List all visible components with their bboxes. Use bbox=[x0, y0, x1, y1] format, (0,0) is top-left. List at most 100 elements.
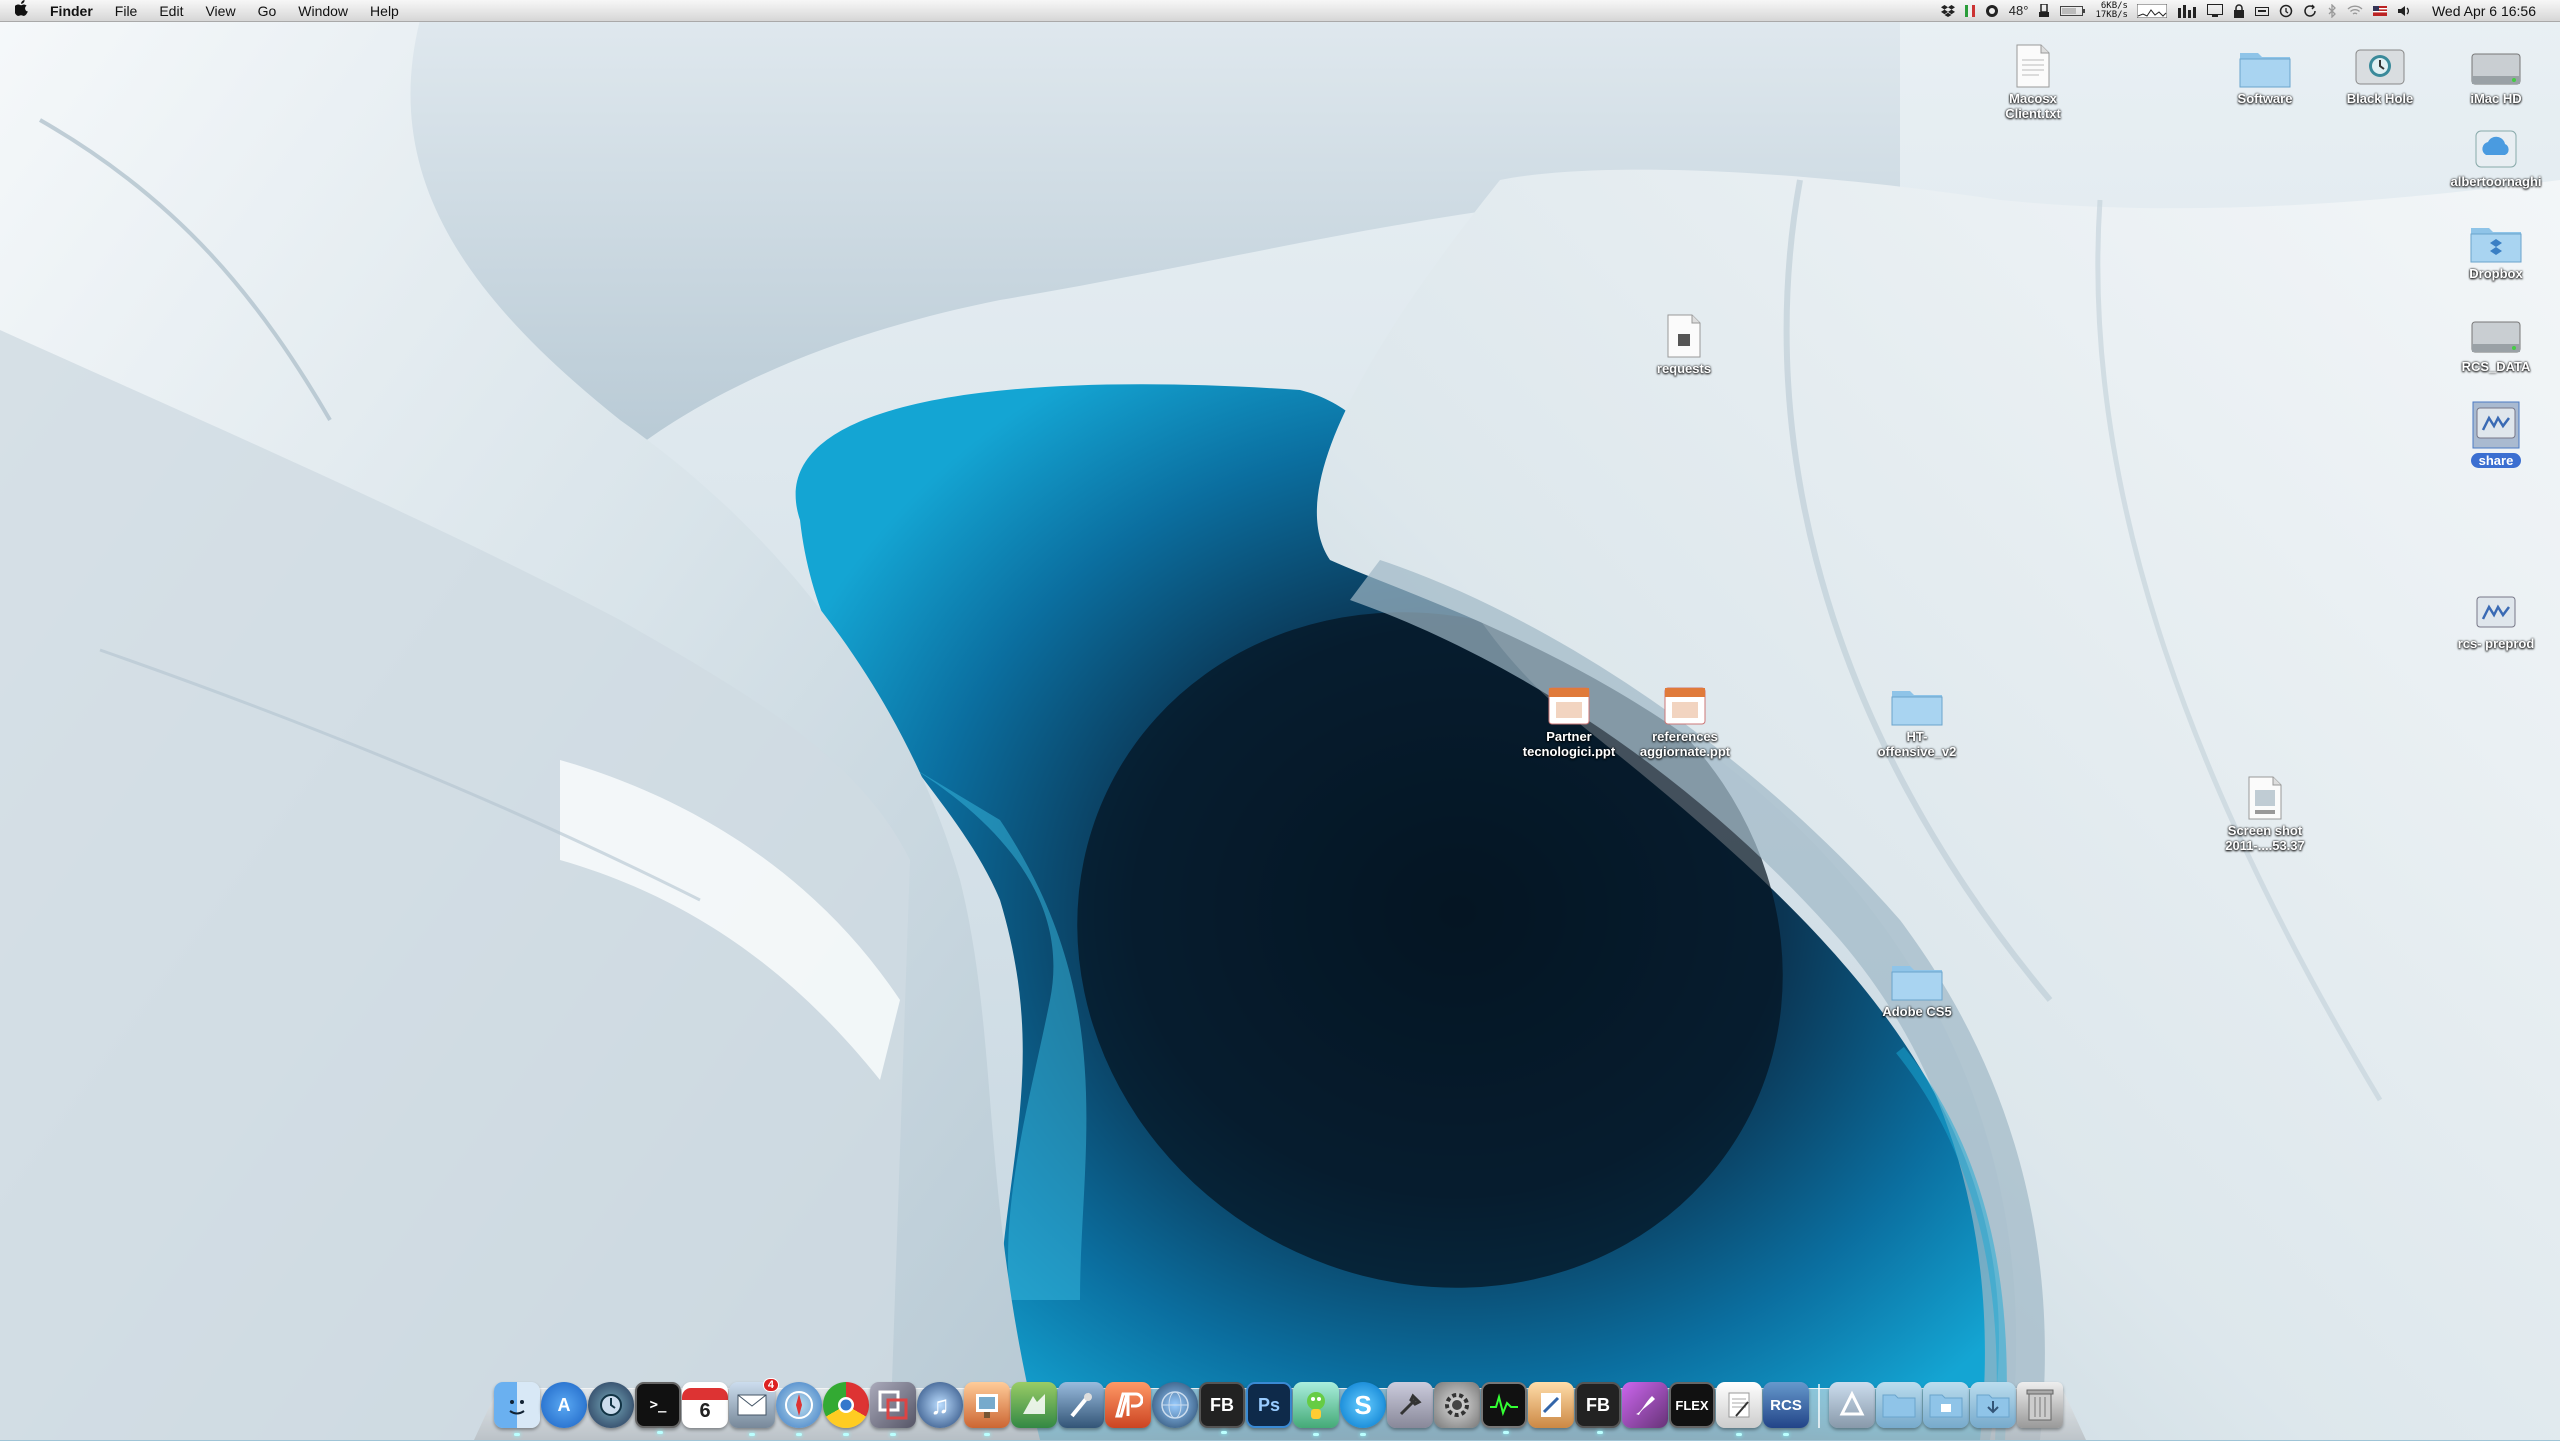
coda-icon[interactable] bbox=[1011, 1382, 1057, 1428]
desktop-icon-ht-offensive[interactable]: HT- offensive_v2 bbox=[1857, 668, 1977, 759]
icon-label: requests bbox=[1656, 361, 1712, 376]
desktop-icon-rcs-data[interactable]: RCS_DATA bbox=[2436, 298, 2556, 374]
dock-item-text: FLEX bbox=[1675, 1397, 1709, 1413]
chrome-icon[interactable] bbox=[823, 1382, 869, 1436]
photoshop-icon[interactable]: Ps bbox=[1246, 1382, 1292, 1428]
menu-view[interactable]: View bbox=[194, 0, 246, 22]
menu-window[interactable]: Window bbox=[287, 0, 359, 22]
skype-icon[interactable]: S bbox=[1340, 1382, 1386, 1436]
cpu-graph-icon[interactable] bbox=[2132, 0, 2172, 22]
stack-folder-icon[interactable] bbox=[1923, 1382, 1969, 1428]
running-indicator bbox=[1221, 1431, 1227, 1434]
menu-go[interactable]: Go bbox=[247, 0, 288, 22]
temperature-label[interactable]: 48° bbox=[2004, 0, 2034, 22]
flag-status-icon[interactable] bbox=[1960, 0, 1980, 22]
downloads-folder-icon[interactable] bbox=[1970, 1382, 2016, 1428]
status-menus: 48° 6KB/s 17KB/s Wed Apr 6 16:56 bbox=[1936, 0, 2560, 22]
textedit-icon[interactable] bbox=[1716, 1382, 1762, 1436]
net-down-label: 17KB/s bbox=[2095, 9, 2128, 20]
icon-label: Screen shot 2011-....53.37 bbox=[2225, 823, 2305, 853]
menu-help[interactable]: Help bbox=[359, 0, 410, 22]
trash-icon[interactable] bbox=[2017, 1382, 2063, 1428]
menu-app-finder[interactable]: Finder bbox=[44, 0, 104, 22]
desktop-icon-screen-shot[interactable]: Screen shot 2011-....53.37 bbox=[2205, 762, 2325, 853]
mail-badge: 4 bbox=[762, 1378, 779, 1392]
lock-icon[interactable] bbox=[2228, 0, 2250, 22]
dropbox-icon[interactable] bbox=[1936, 0, 1960, 22]
mail-icon[interactable]: 4 bbox=[729, 1378, 779, 1436]
desktop-icon-macosx-client[interactable]: Macosx Client.txt bbox=[1973, 30, 2093, 121]
istat-bars-icon[interactable] bbox=[2172, 0, 2202, 22]
running-indicator bbox=[1503, 1431, 1509, 1434]
desktop-icon-dropbox[interactable]: Dropbox bbox=[2436, 205, 2556, 281]
vmware-icon[interactable] bbox=[870, 1382, 916, 1436]
battery-meter-icon[interactable] bbox=[2055, 0, 2091, 22]
keyboard-icon[interactable] bbox=[2250, 0, 2274, 22]
menu-clock[interactable]: Wed Apr 6 16:56 bbox=[2418, 3, 2536, 19]
flash-builder-2-icon[interactable]: FB bbox=[1575, 1382, 1621, 1434]
desktop-icon-imac-hd[interactable]: iMac HD bbox=[2436, 30, 2556, 106]
icon-label: Adobe CS5 bbox=[1882, 1004, 1952, 1019]
network-throughput[interactable]: 6KB/s 17KB/s bbox=[2091, 1, 2132, 20]
sync-icon[interactable] bbox=[2298, 0, 2322, 22]
running-indicator bbox=[1597, 1431, 1603, 1434]
dock-item-text: Ps bbox=[1257, 1394, 1281, 1415]
preview-icon[interactable] bbox=[964, 1382, 1010, 1436]
icon-label: Software bbox=[2237, 91, 2293, 106]
system-preferences-icon[interactable] bbox=[1434, 1382, 1480, 1428]
menu-edit[interactable]: Edit bbox=[148, 0, 194, 22]
tour-de-flex-icon[interactable]: FLEX bbox=[1669, 1382, 1715, 1428]
running-indicator bbox=[1313, 1433, 1319, 1436]
running-indicator bbox=[749, 1433, 755, 1436]
time-machine-icon[interactable] bbox=[2274, 0, 2298, 22]
xcode-icon[interactable] bbox=[1058, 1382, 1104, 1428]
flash-builder-icon[interactable]: FB bbox=[1199, 1382, 1245, 1434]
icon-label: iMac HD bbox=[2470, 91, 2522, 106]
applications-stack-icon[interactable] bbox=[1829, 1382, 1875, 1428]
bluetooth-icon[interactable] bbox=[2322, 0, 2342, 22]
safari-icon[interactable] bbox=[776, 1382, 822, 1436]
utilities-icon[interactable] bbox=[1387, 1382, 1433, 1428]
network-globe-icon[interactable] bbox=[1152, 1382, 1198, 1428]
ical-icon[interactable]: 6 bbox=[682, 1382, 728, 1428]
pages-icon[interactable] bbox=[1528, 1382, 1574, 1428]
running-indicator bbox=[514, 1433, 520, 1436]
weather-icon[interactable] bbox=[1980, 0, 2004, 22]
desktop-icon-rcs-preprod[interactable]: rcs- preprod bbox=[2436, 575, 2556, 651]
desktop-icon-software[interactable]: Software bbox=[2205, 30, 2325, 106]
desktop-icon-albertoornaghi[interactable]: albertoornaghi bbox=[2436, 113, 2556, 189]
desktop-icon-partner-tecnologici[interactable]: Partner tecnologici.ppt bbox=[1509, 668, 1629, 759]
idisk-icon bbox=[2465, 113, 2527, 171]
paint-icon[interactable] bbox=[1622, 1382, 1668, 1428]
network-volume-icon bbox=[2465, 392, 2527, 450]
desktop-icon-requests[interactable]: requests bbox=[1624, 300, 1744, 376]
activity-monitor-icon[interactable] bbox=[1481, 1382, 1527, 1434]
rcs-icon[interactable]: RCS bbox=[1763, 1382, 1809, 1436]
icon-label: albertoornaghi bbox=[2450, 174, 2542, 189]
app-store-icon[interactable]: A bbox=[541, 1382, 587, 1428]
icon-label: Partner tecnologici.ppt bbox=[1522, 729, 1616, 759]
itunes-icon[interactable]: ♫ bbox=[917, 1382, 963, 1428]
usb-icon[interactable] bbox=[2033, 0, 2055, 22]
icon-label: references aggiornate.ppt bbox=[1639, 729, 1731, 759]
terminal-icon[interactable]: >_ bbox=[635, 1382, 681, 1434]
apple-menu-icon[interactable] bbox=[0, 0, 44, 21]
wifi-icon[interactable] bbox=[2342, 0, 2368, 22]
desktop-icon-black-hole[interactable]: Black Hole bbox=[2320, 30, 2440, 106]
display-icon[interactable] bbox=[2202, 0, 2228, 22]
desktop-icon-share[interactable]: share bbox=[2436, 392, 2556, 468]
input-flag-icon[interactable] bbox=[2368, 0, 2392, 22]
volume-icon[interactable] bbox=[2392, 0, 2418, 22]
desktop-icon-adobe-cs5[interactable]: Adobe CS5 bbox=[1857, 943, 1977, 1019]
dock-item-text: S bbox=[1354, 1389, 1372, 1420]
menu-bar: Finder File Edit View Go Window Help 48°… bbox=[0, 0, 2560, 22]
finder-icon[interactable] bbox=[494, 1382, 540, 1436]
spotlight-search-icon[interactable] bbox=[2536, 0, 2546, 22]
desktop-icon-references-aggiornate[interactable]: references aggiornate.ppt bbox=[1625, 668, 1745, 759]
illustrator-icon[interactable] bbox=[1105, 1382, 1151, 1428]
calendar-header bbox=[682, 1387, 728, 1400]
documents-folder-icon[interactable] bbox=[1876, 1382, 1922, 1428]
menu-file[interactable]: File bbox=[104, 0, 149, 22]
time-machine-icon[interactable] bbox=[588, 1382, 634, 1428]
adium-icon[interactable] bbox=[1293, 1382, 1339, 1436]
